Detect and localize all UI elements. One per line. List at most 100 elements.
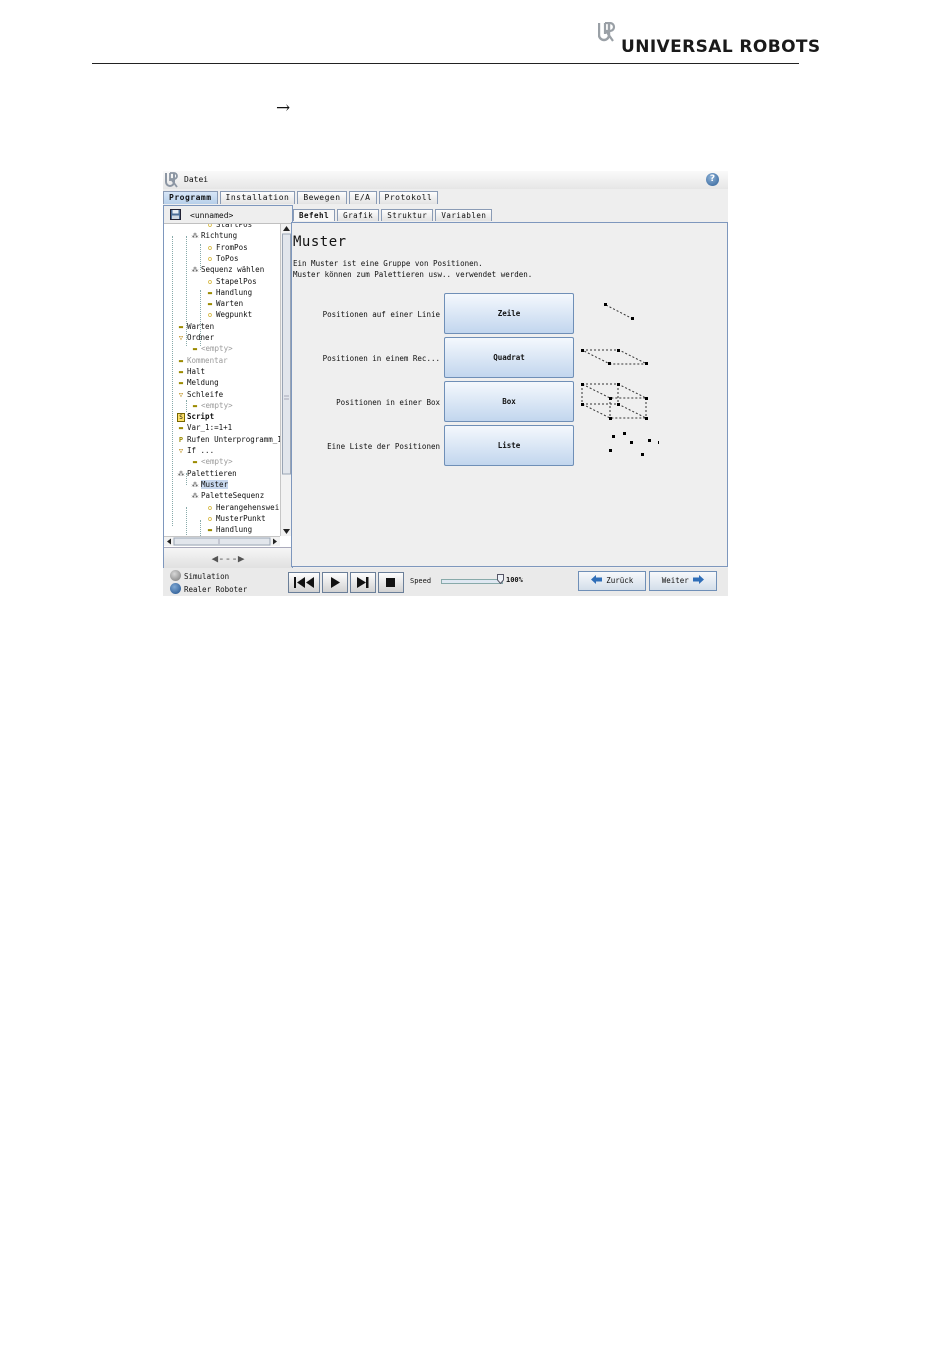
tree-node[interactable]: ▽ Ordner	[177, 333, 214, 343]
folder-icon: ▽	[178, 334, 184, 342]
tree-node[interactable]: ▽ Schleife	[177, 390, 223, 400]
tab-io[interactable]: E/A	[348, 191, 377, 204]
play-button[interactable]	[322, 572, 348, 593]
tab-befehl[interactable]: Befehl	[293, 209, 336, 221]
tree-node-label: PaletteSequenz	[201, 491, 265, 501]
tab-bewegen[interactable]: Bewegen	[297, 191, 347, 204]
help-icon[interactable]: ?	[706, 173, 719, 186]
status-bar: Simulation Realer Roboter Speed 100% Zur…	[163, 568, 728, 596]
play-icon	[331, 577, 340, 588]
pallet-icon: ⁂	[191, 480, 199, 489]
back-button[interactable]: Zurück	[578, 571, 646, 591]
next-label: Weiter	[661, 576, 689, 585]
tree-node[interactable]: ▬ Kommentar	[177, 356, 228, 366]
script-icon: S	[177, 413, 185, 423]
tree-node-label: ToPos	[216, 253, 239, 263]
tree-node[interactable]: ▬ Meldung	[177, 378, 219, 388]
tree-node[interactable]: ▬ Halt	[177, 367, 205, 377]
back-label: Zurück	[606, 576, 634, 585]
tree-node[interactable]: o Wegpunkt	[206, 310, 252, 320]
tree-node[interactable]: ▬ Warten	[177, 322, 214, 332]
tree-node[interactable]: ⁂ Sequenz wählen	[191, 265, 265, 275]
tab-installation[interactable]: Installation	[219, 191, 296, 204]
tree-node[interactable]: ▬ Handlung	[206, 288, 252, 298]
tree-guide-line	[186, 507, 187, 536]
tree-node-label: Schleife	[187, 389, 224, 399]
tree-node[interactable]: ▬ Var_1:=1+1	[177, 423, 232, 433]
row-label-box: Positionen in einer Box	[336, 398, 440, 407]
folder-icon: ▽	[178, 447, 184, 455]
tree-node[interactable]: ▽ If ...	[177, 446, 214, 456]
tab-grafik[interactable]: Grafik	[337, 209, 380, 221]
real-robot-label: Realer Roboter	[184, 585, 248, 594]
tree-node[interactable]: ▬ <empty>	[191, 344, 233, 354]
command-tabs: Befehl Grafik Struktur Variablen	[293, 209, 494, 222]
tree-guide-line	[172, 236, 173, 526]
tree-node[interactable]: ⁂ PaletteSequenz	[191, 491, 265, 501]
real-robot-radio[interactable]	[170, 583, 181, 594]
tab-programm[interactable]: Programm	[163, 191, 218, 204]
box-pattern-icon	[581, 383, 648, 420]
tree-node[interactable]: S Script	[177, 412, 214, 423]
pallet-icon: ⁂	[191, 266, 199, 275]
tree-guide-line	[200, 520, 201, 536]
step-button[interactable]	[350, 572, 376, 593]
list-pattern-button[interactable]: Liste	[444, 425, 574, 466]
wait-icon: ▬	[178, 356, 184, 365]
tree-node[interactable]: ▬ Handlung	[206, 525, 252, 535]
square-pattern-icon	[581, 349, 648, 365]
tree-node[interactable]: ▬ Warten	[206, 299, 243, 309]
tree-node-label: <empty>	[201, 457, 233, 467]
save-icon[interactable]	[170, 209, 181, 220]
rewind-icon	[294, 577, 314, 588]
tree-node-label: <empty>	[201, 400, 233, 410]
tree-navigation-arrows[interactable]: ◀---▶	[164, 547, 292, 570]
panel-title: Muster	[293, 234, 347, 250]
menu-file[interactable]: Datei	[184, 175, 208, 184]
tree-node[interactable]: ⁂ Muster	[191, 479, 229, 490]
wait-icon: ▬	[207, 288, 213, 297]
rewind-button[interactable]	[288, 572, 320, 593]
tree-node[interactable]: ⁂ Richtung	[191, 231, 238, 241]
tree-guide-line	[200, 244, 201, 270]
tree-node-label: Kommentar	[187, 355, 228, 365]
box-pattern-button[interactable]: Box	[444, 381, 574, 422]
tree-node-label: StapelPos	[216, 276, 257, 286]
call-icon: P	[178, 435, 184, 444]
stop-button[interactable]	[378, 572, 404, 593]
tree-node[interactable]: oHerangehensweise	[206, 503, 280, 513]
wait-icon: ▬	[178, 424, 184, 433]
speed-slider[interactable]	[441, 579, 503, 584]
tree-node[interactable]: o StartPos	[206, 224, 252, 230]
program-name: <unnamed>	[190, 211, 234, 220]
tree-horizontal-scrollbar[interactable]	[164, 536, 280, 546]
program-tree: o StartPos ⁂ Richtung o FromPos o ToPos ⁂ Sequenz…	[164, 224, 280, 536]
tab-variablen[interactable]: Variablen	[435, 209, 493, 221]
tab-protokoll[interactable]: Protokoll	[378, 191, 439, 204]
square-pattern-button[interactable]: Quadrat	[444, 337, 574, 378]
line-pattern-button[interactable]: Zeile	[444, 293, 574, 334]
tree-node-label: Herangehensweise	[216, 502, 280, 512]
next-button[interactable]: Weiter	[649, 571, 717, 591]
line-pattern-icon	[604, 303, 634, 320]
row-label-line: Positionen auf einer Linie	[322, 310, 440, 319]
simulation-radio[interactable]	[170, 570, 181, 581]
header-divider	[92, 63, 799, 64]
speed-slider-handle[interactable]	[497, 574, 504, 584]
tab-struktur[interactable]: Struktur	[381, 209, 434, 221]
position-icon: o	[207, 311, 213, 320]
wait-icon: ▬	[192, 458, 198, 467]
row-label-square: Positionen in einem Rec...	[322, 354, 440, 363]
tree-node[interactable]: ▬ <empty>	[191, 401, 233, 411]
position-icon: o	[207, 254, 213, 263]
main-tabs: Programm Installation Bewegen E/A Protok…	[163, 191, 440, 205]
tree-node[interactable]: ▬ <empty>	[191, 457, 233, 467]
tree-node[interactable]: P Rufen Unterprogramm_1	[177, 435, 280, 445]
tree-node[interactable]: o FromPos	[206, 243, 248, 253]
brand-name: UNIVERSAL ROBOTS	[621, 37, 821, 57]
tree-node[interactable]: o ToPos	[206, 254, 239, 264]
tree-node[interactable]: o MusterPunkt	[206, 514, 266, 524]
simulation-label: Simulation	[184, 572, 230, 581]
tree-node[interactable]: o StapelPos	[206, 277, 257, 287]
tree-node-label: MusterPunkt	[216, 513, 266, 523]
